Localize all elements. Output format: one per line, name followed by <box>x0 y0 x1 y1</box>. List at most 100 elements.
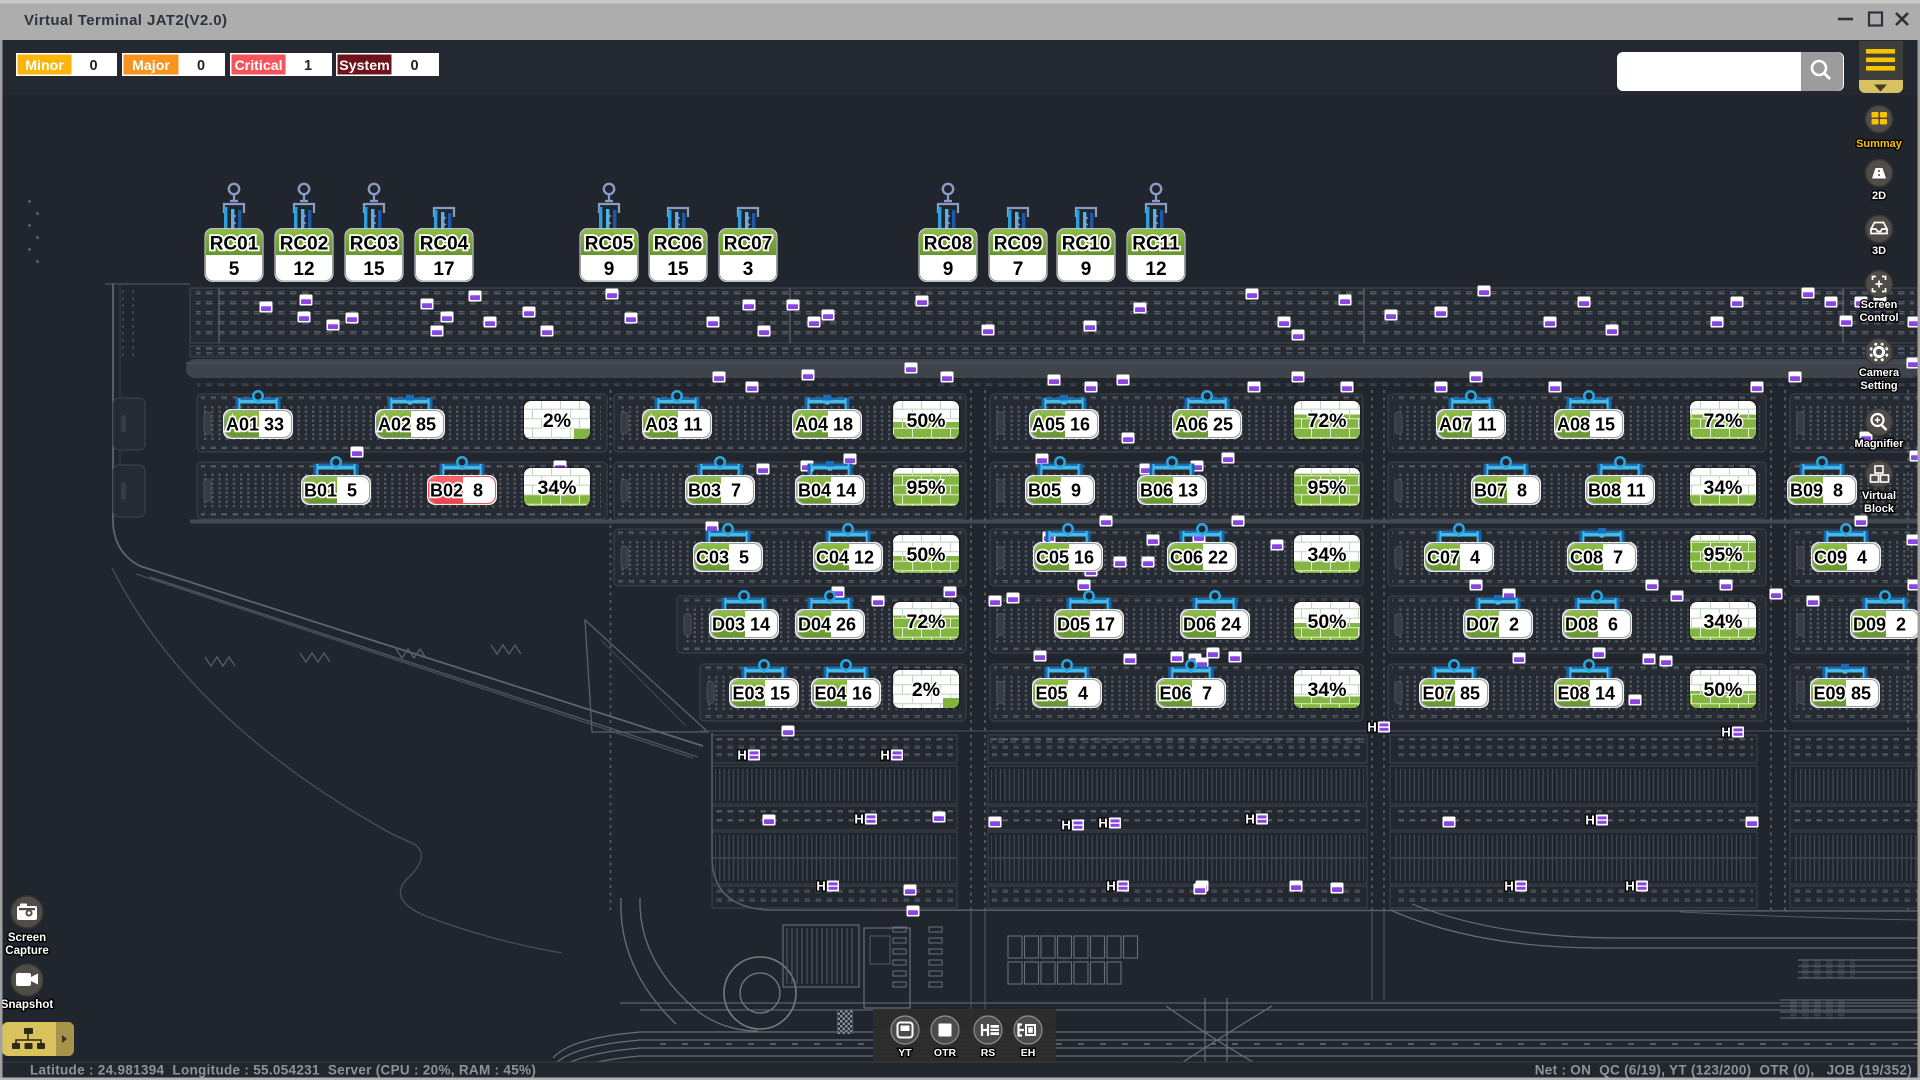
svg-text:D03: D03 <box>712 615 745 635</box>
svg-text:50%: 50% <box>1703 679 1742 701</box>
svg-text:E09: E09 <box>1813 684 1845 704</box>
svg-text:14: 14 <box>836 481 856 501</box>
svg-text:4: 4 <box>1078 684 1088 704</box>
svg-text:9: 9 <box>943 259 954 280</box>
svg-text:7: 7 <box>1613 548 1623 568</box>
svg-text:4: 4 <box>1470 548 1480 568</box>
svg-text:OTR: OTR <box>934 1047 957 1059</box>
svg-text:C05: C05 <box>1036 548 1069 568</box>
svg-text:9: 9 <box>604 259 615 280</box>
svg-text:18: 18 <box>833 415 853 435</box>
svg-text:5: 5 <box>739 548 749 568</box>
svg-text:Net : ON QC (6/19), YT (123/2: Net : ON QC (6/19), YT (123/200) OTR (0)… <box>1535 1063 1912 1078</box>
svg-text:B03: B03 <box>688 481 721 501</box>
svg-text:C09: C09 <box>1814 548 1847 568</box>
svg-text:15: 15 <box>363 259 385 280</box>
svg-text:RC04: RC04 <box>420 234 469 255</box>
svg-text:33: 33 <box>264 415 284 435</box>
svg-text:D07: D07 <box>1466 615 1499 635</box>
svg-text:12: 12 <box>293 259 314 280</box>
svg-text:C07: C07 <box>1427 548 1460 568</box>
svg-text:Screen: Screen <box>1861 299 1898 311</box>
svg-text:B02: B02 <box>430 481 463 501</box>
svg-text:72%: 72% <box>1703 410 1742 432</box>
svg-text:A04: A04 <box>795 415 828 435</box>
svg-text:11: 11 <box>1626 481 1645 501</box>
svg-text:85: 85 <box>1460 684 1480 704</box>
svg-text:7: 7 <box>731 481 741 501</box>
svg-text:50%: 50% <box>906 410 945 432</box>
svg-text:85: 85 <box>1851 684 1871 704</box>
svg-text:D06: D06 <box>1183 615 1216 635</box>
svg-text:A07: A07 <box>1439 415 1472 435</box>
svg-text:12: 12 <box>1145 259 1166 280</box>
svg-text:22: 22 <box>1208 548 1228 568</box>
svg-text:RS: RS <box>981 1047 996 1059</box>
svg-text:8: 8 <box>1833 481 1843 501</box>
svg-text:RC05: RC05 <box>585 234 634 255</box>
svg-text:E04: E04 <box>814 684 846 704</box>
svg-text:RC01: RC01 <box>210 234 259 255</box>
svg-text:85: 85 <box>416 415 436 435</box>
svg-text:Magnifier: Magnifier <box>1855 438 1905 450</box>
svg-text:B05: B05 <box>1028 481 1061 501</box>
svg-text:Virtual: Virtual <box>1862 490 1896 502</box>
svg-text:2: 2 <box>1896 615 1906 635</box>
svg-text:17: 17 <box>433 259 454 280</box>
svg-text:System: System <box>339 58 389 74</box>
svg-text:16: 16 <box>1070 415 1090 435</box>
svg-text:2%: 2% <box>912 679 940 701</box>
svg-text:Critical: Critical <box>234 58 282 74</box>
svg-text:B07: B07 <box>1474 481 1507 501</box>
svg-text:E03: E03 <box>732 684 764 704</box>
svg-text:2%: 2% <box>543 410 571 432</box>
svg-text:34%: 34% <box>1703 477 1742 499</box>
svg-text:RC08: RC08 <box>924 234 973 255</box>
svg-text:Minor: Minor <box>25 58 64 74</box>
svg-text:RC03: RC03 <box>350 234 399 255</box>
svg-text:D08: D08 <box>1565 615 1598 635</box>
svg-text:Camera: Camera <box>1859 367 1900 379</box>
svg-text:34%: 34% <box>537 477 576 499</box>
svg-text:C06: C06 <box>1170 548 1203 568</box>
svg-text:Major: Major <box>132 58 170 74</box>
svg-text:RC06: RC06 <box>654 234 703 255</box>
svg-text:5: 5 <box>347 481 357 501</box>
svg-text:50%: 50% <box>906 544 945 566</box>
svg-text:15: 15 <box>770 684 790 704</box>
svg-text:C04: C04 <box>816 548 849 568</box>
svg-text:3D: 3D <box>1872 245 1886 257</box>
svg-text:8: 8 <box>473 481 483 501</box>
svg-text:Setting: Setting <box>1860 380 1897 392</box>
svg-text:E08: E08 <box>1557 684 1589 704</box>
svg-text:C03: C03 <box>696 548 729 568</box>
svg-text:13: 13 <box>1178 481 1198 501</box>
svg-text:95%: 95% <box>1307 477 1346 499</box>
svg-text:E06: E06 <box>1159 684 1191 704</box>
svg-text:26: 26 <box>836 615 856 635</box>
svg-text:24: 24 <box>1221 615 1241 635</box>
svg-text:9: 9 <box>1081 259 1092 280</box>
svg-text:RC11: RC11 <box>1132 234 1180 255</box>
svg-text:72%: 72% <box>1307 410 1346 432</box>
svg-text:E07: E07 <box>1422 684 1454 704</box>
svg-text:34%: 34% <box>1307 544 1346 566</box>
svg-text:B06: B06 <box>1140 481 1173 501</box>
svg-text:6: 6 <box>1608 615 1618 635</box>
svg-text:C08: C08 <box>1570 548 1603 568</box>
svg-text:A03: A03 <box>645 415 678 435</box>
svg-text:9: 9 <box>1071 481 1081 501</box>
svg-text:Block: Block <box>1864 503 1895 515</box>
svg-text:0: 0 <box>89 58 97 74</box>
svg-text:D04: D04 <box>798 615 831 635</box>
svg-text:7: 7 <box>1013 259 1024 280</box>
svg-text:95%: 95% <box>1703 544 1742 566</box>
svg-text:3: 3 <box>743 259 754 280</box>
svg-text:RC07: RC07 <box>724 234 773 255</box>
svg-text:Virtual Terminal JAT2(V2.0): Virtual Terminal JAT2(V2.0) <box>24 12 227 29</box>
svg-text:B04: B04 <box>798 481 831 501</box>
svg-text:12: 12 <box>854 548 874 568</box>
svg-text:2D: 2D <box>1872 190 1886 202</box>
svg-text:Screen: Screen <box>8 932 46 944</box>
svg-text:RC10: RC10 <box>1062 234 1111 255</box>
